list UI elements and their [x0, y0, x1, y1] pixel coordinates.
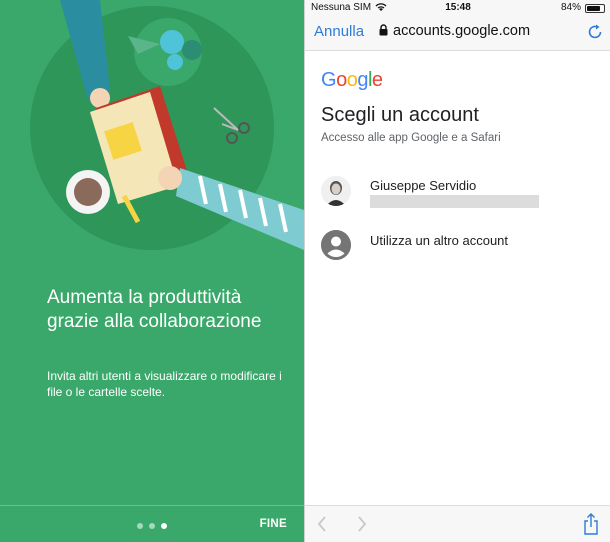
share-icon[interactable] [583, 513, 599, 540]
person-icon [321, 230, 351, 260]
page-dot-2[interactable] [149, 523, 155, 529]
onboarding-description: Invita altri utenti a visualizzare o mod… [47, 369, 282, 399]
status-bar: Nessuna SIM 15:48 84% [305, 0, 610, 17]
account-item[interactable]: Giuseppe Servidio [305, 170, 610, 216]
page-dot-3-active[interactable] [161, 523, 167, 529]
browser-sheet: Nessuna SIM 15:48 84% Annulla accounts.g… [304, 0, 610, 542]
google-logo: Google [321, 69, 383, 91]
account-name: Giuseppe Servidio [370, 178, 477, 193]
use-another-account-label: Utilizza un altro account [370, 233, 509, 248]
use-another-account-item[interactable]: Utilizza un altro account [305, 224, 610, 270]
browser-toolbar [305, 505, 610, 542]
done-button[interactable]: FINE [260, 518, 287, 530]
forward-icon[interactable] [357, 516, 367, 537]
cancel-button[interactable]: Annulla [314, 23, 364, 40]
url-text: accounts.google.com [393, 23, 531, 39]
onboarding-footer: FINE [0, 505, 304, 542]
page-subtitle: Accesso alle app Google e a Safari [321, 132, 501, 144]
reload-icon[interactable] [588, 24, 603, 45]
browser-navbar: Annulla accounts.google.com [305, 17, 610, 51]
account-email-redacted [370, 195, 539, 208]
battery-percent: 84% [560, 2, 581, 13]
address-bar[interactable]: accounts.google.com [379, 23, 530, 39]
collaboration-illustration [30, 0, 304, 250]
page-dot-1[interactable] [137, 523, 143, 529]
page-title: Scegli un account [321, 104, 479, 126]
avatar [321, 176, 351, 206]
back-icon[interactable] [317, 516, 327, 537]
onboarding-headline: Aumenta la produttività grazie alla coll… [47, 287, 262, 332]
onboarding-panel: Aumenta la produttività grazie alla coll… [0, 0, 304, 542]
battery-icon [585, 4, 605, 13]
lock-icon [379, 24, 388, 36]
